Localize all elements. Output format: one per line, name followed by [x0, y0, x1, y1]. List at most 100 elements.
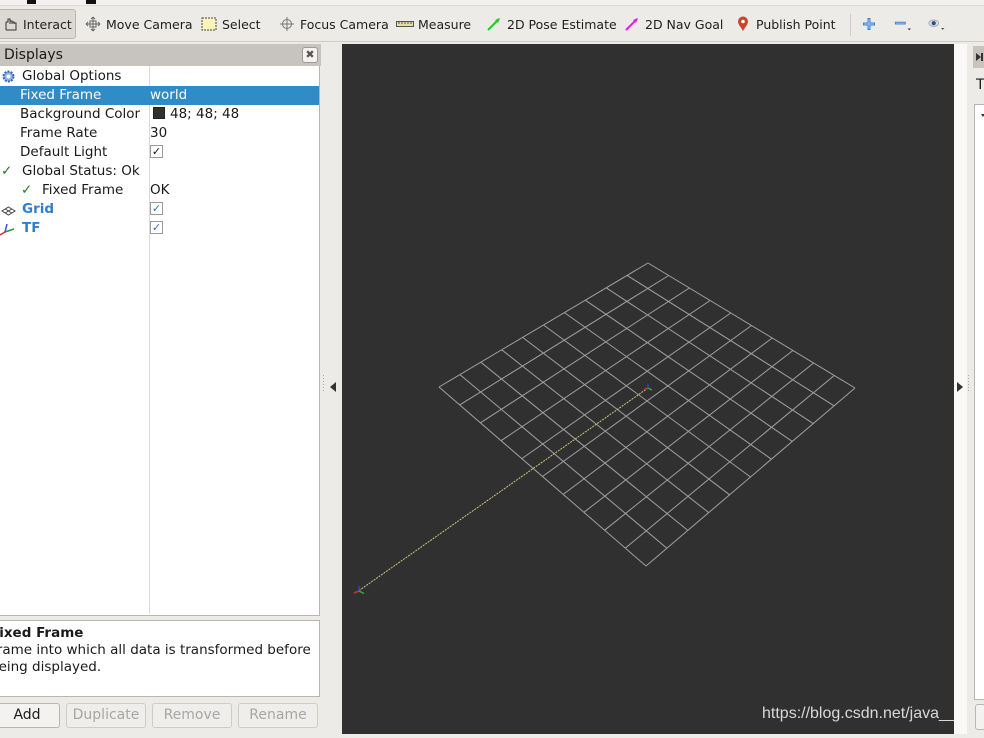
- background-color-value[interactable]: 48; 48; 48: [153, 105, 239, 124]
- color-swatch: [153, 107, 165, 119]
- map-pin-icon: [734, 16, 752, 32]
- views-list[interactable]: [974, 104, 984, 700]
- tree-row-frame-rate[interactable]: Frame Rate 30: [0, 124, 319, 143]
- check-icon: ✓: [21, 182, 33, 198]
- help-title: Fixed Frame: [0, 625, 84, 641]
- plus-icon: [860, 16, 878, 32]
- check-icon: ✓: [1, 163, 13, 179]
- hand-pointer-icon: [3, 16, 19, 32]
- grid-line: [501, 349, 710, 513]
- frame-rate-value[interactable]: 30: [150, 124, 167, 143]
- displays-tree: Global Options Fixed Frame world Backgro…: [0, 66, 320, 616]
- render-canvas[interactable]: [342, 44, 954, 734]
- grid-line: [645, 387, 856, 567]
- fixed-frame-value[interactable]: world: [150, 86, 187, 105]
- tool-label: 2D Pose Estimate: [507, 16, 617, 32]
- add-button[interactable]: Add: [0, 703, 60, 728]
- grid-line: [522, 337, 730, 496]
- tree-row-fixed-frame-status[interactable]: ✓ Fixed Frame OK: [0, 181, 319, 200]
- minus-icon: [894, 16, 912, 32]
- row-name: Global Status: Ok: [22, 163, 140, 179]
- row-name: Global Options: [22, 68, 122, 84]
- toolbar-separator: [850, 14, 851, 36]
- tree-row-global-options[interactable]: Global Options: [0, 67, 319, 86]
- watermark-text: https://blog.csdn.net/java__97: [762, 705, 975, 722]
- tree-row-global-status[interactable]: ✓ Global Status: Ok: [0, 162, 319, 181]
- grid-line: [624, 375, 835, 549]
- toolbar: Interact Move Camera Select Focus Camera…: [0, 6, 984, 42]
- collapse-left-icon: [330, 382, 336, 392]
- view-options-button[interactable]: [922, 9, 956, 39]
- grid-line: [438, 386, 647, 567]
- menu-fragment: [86, 0, 96, 4]
- tool-label: Select: [222, 16, 261, 32]
- tf-enabled-checkbox[interactable]: ✓: [150, 219, 163, 238]
- row-name: TF: [22, 220, 41, 236]
- tf-frame-world-axes: [643, 384, 653, 391]
- row-name: Fixed Frame: [20, 87, 102, 103]
- tool-focus-camera[interactable]: Focus Camera: [272, 9, 395, 39]
- grid-line: [562, 337, 773, 495]
- tool-2d-pose-estimate[interactable]: 2D Pose Estimate: [479, 9, 623, 39]
- menu-fragment: [27, 0, 36, 4]
- row-name: Background Color: [20, 106, 141, 122]
- tree-row-grid[interactable]: Grid ✓: [0, 200, 319, 219]
- duplicate-button[interactable]: Duplicate: [66, 703, 146, 728]
- views-button[interactable]: [975, 704, 984, 730]
- default-light-checkbox[interactable]: ✓: [150, 143, 163, 162]
- grid-line: [480, 361, 689, 531]
- tree-row-default-light[interactable]: Default Light ✓: [0, 143, 319, 162]
- grid-line: [604, 362, 814, 531]
- left-collapse-handle[interactable]: [321, 44, 342, 734]
- tool-interact[interactable]: Interact: [0, 9, 76, 39]
- help-panel: Fixed Frame Frame into which all data is…: [0, 620, 320, 697]
- tf-link-line: [356, 387, 649, 593]
- views-panel: T: [971, 44, 984, 734]
- remove-tool-button[interactable]: [888, 9, 922, 39]
- 3d-viewport[interactable]: https://blog.csdn.net/java__97: [342, 44, 975, 734]
- row-name: Frame Rate: [20, 125, 98, 141]
- help-description: Frame into which all data is transformed…: [0, 642, 311, 675]
- eye-icon: [928, 16, 946, 32]
- grid-line: [459, 374, 668, 549]
- tool-label: Focus Camera: [300, 16, 389, 32]
- tool-measure[interactable]: Measure: [390, 9, 477, 39]
- views-type-label: T: [976, 77, 984, 93]
- tool-label: 2D Nav Goal: [645, 16, 724, 32]
- grid-enabled-checkbox[interactable]: ✓: [150, 200, 163, 219]
- magenta-arrow-icon: [623, 16, 641, 32]
- color-value-text: 48; 48; 48: [170, 106, 240, 122]
- close-panel-button[interactable]: ✖: [302, 47, 318, 63]
- tool-label: Publish Point: [756, 16, 836, 32]
- remove-button[interactable]: Remove: [152, 703, 232, 728]
- status-value: OK: [150, 182, 170, 198]
- crosshair-icon: [278, 16, 296, 32]
- displays-panel-title: Displays ✖: [0, 44, 321, 66]
- row-name: Grid: [22, 201, 55, 217]
- tool-label: Measure: [418, 16, 472, 32]
- row-name: Fixed Frame: [42, 182, 124, 198]
- right-collapse-handle[interactable]: [954, 44, 971, 734]
- tree-row-fixed-frame[interactable]: Fixed Frame world: [0, 86, 319, 105]
- displays-title-text: Displays: [4, 47, 63, 63]
- rename-button[interactable]: Rename: [238, 703, 318, 728]
- green-arrow-icon: [485, 16, 503, 32]
- selection-box-icon: [200, 16, 218, 32]
- tool-publish-point[interactable]: Publish Point: [728, 9, 842, 39]
- tf-axes-icon: [0, 221, 16, 242]
- tool-label: Interact: [23, 16, 72, 32]
- tree-row-background-color[interactable]: Background Color 48; 48; 48: [0, 105, 319, 124]
- close-icon: ✖: [305, 48, 315, 61]
- row-name: Default Light: [20, 144, 108, 160]
- tool-2d-nav-goal[interactable]: 2D Nav Goal: [617, 9, 729, 39]
- displays-panel: Displays ✖ Global Options Fixed Frame wo…: [0, 44, 321, 616]
- tool-select[interactable]: Select: [194, 9, 267, 39]
- move-arrows-icon: [84, 16, 102, 32]
- tool-move-camera[interactable]: Move Camera: [78, 9, 199, 39]
- views-panel-title: [973, 46, 984, 68]
- ruler-icon: [396, 16, 414, 32]
- grid-line: [542, 325, 752, 477]
- tree-row-tf[interactable]: TF ✓: [0, 219, 319, 238]
- add-tool-button[interactable]: [854, 9, 888, 39]
- tool-label: Move Camera: [106, 16, 193, 32]
